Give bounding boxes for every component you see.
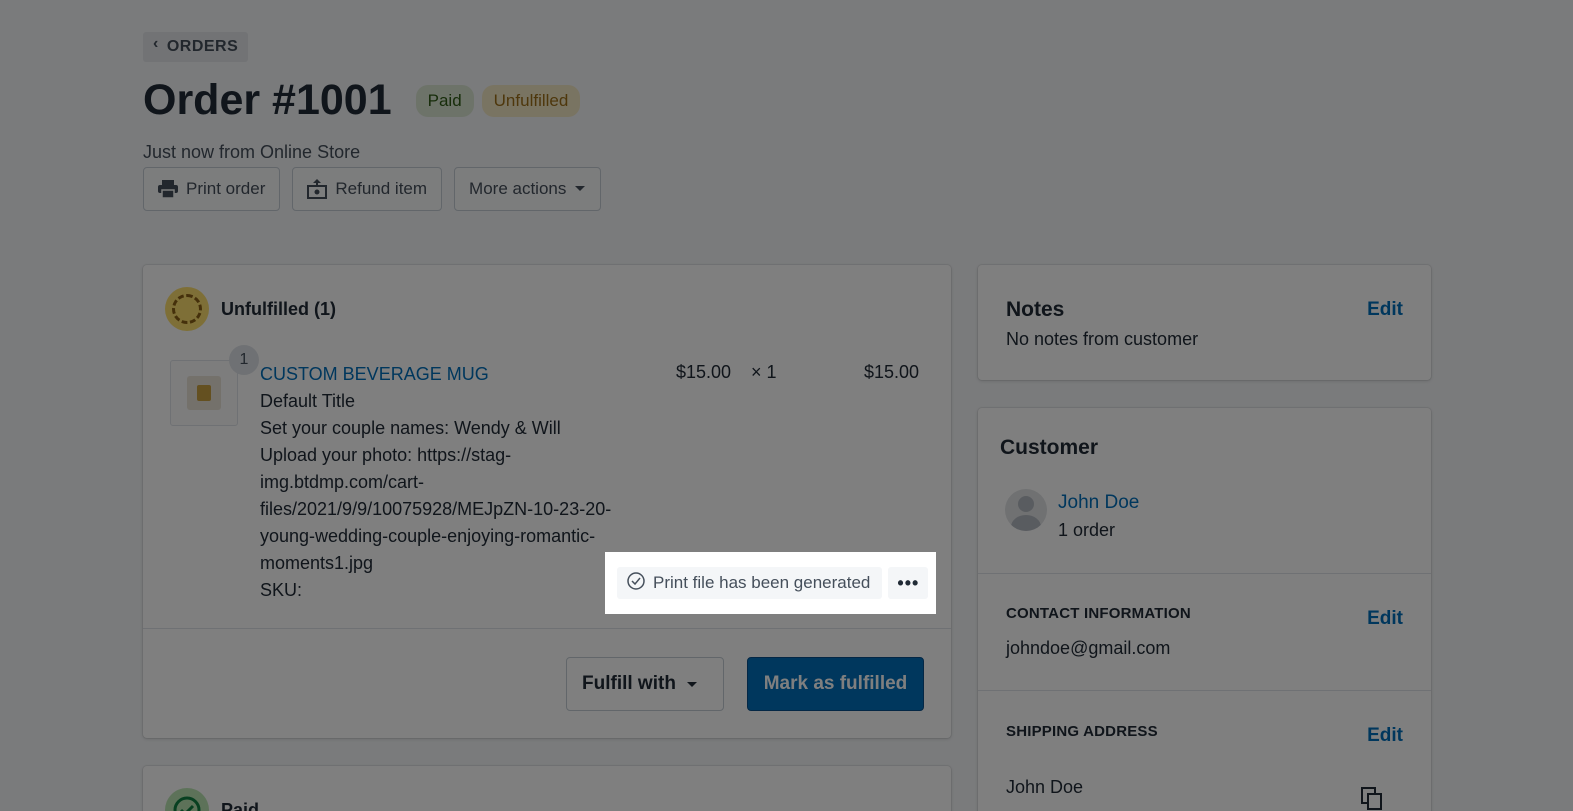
refund-icon	[307, 179, 328, 199]
paid-card: Paid	[143, 766, 951, 811]
customer-email: johndoe@gmail.com	[1006, 638, 1171, 658]
print-order-label: Print order	[186, 179, 266, 198]
couple-names-property: Set your couple names: Wendy & Will	[260, 418, 561, 438]
print-file-status: Print file has been generated	[617, 567, 883, 599]
fulfill-with-dropdown[interactable]: Fulfill with	[566, 657, 724, 711]
shipping-name: John Doe	[1006, 777, 1084, 797]
order-source: Just now from Online Store	[143, 142, 361, 162]
highlighted-print-status: Print file has been generated •••	[605, 552, 936, 614]
unit-price: $15.00	[676, 362, 732, 382]
card-divider	[143, 628, 951, 629]
customer-title: Customer	[1000, 436, 1099, 459]
customer-avatar	[1005, 489, 1047, 531]
page-title: Order #1001	[143, 76, 392, 124]
notes-title: Notes	[1006, 298, 1065, 321]
notes-body: No notes from customer	[1006, 329, 1199, 349]
unfulfilled-card: Unfulfilled (1) 1 CUSTOM BEVERAGE MUG De…	[143, 265, 951, 738]
photo-url-property: Upload your photo: https://stag-img.btdm…	[260, 445, 612, 573]
customer-order-count: 1 order	[1058, 520, 1116, 540]
contact-edit-link[interactable]: Edit	[1367, 608, 1403, 630]
contact-divider	[978, 690, 1431, 691]
quantity-multiplier: × 1	[751, 362, 777, 382]
mug-image	[187, 376, 221, 410]
paid-header: Paid	[165, 788, 259, 811]
paid-status-icon	[165, 788, 209, 811]
paid-title: Paid	[221, 799, 260, 811]
check-circle-icon	[627, 571, 645, 595]
sku-label: SKU:	[260, 580, 303, 600]
refund-item-button[interactable]: Refund item	[292, 167, 443, 211]
quantity-badge: 1	[229, 345, 259, 375]
chevron-left-icon: ‹	[153, 35, 159, 52]
line-total: $15.00	[864, 362, 920, 382]
notes-card: Notes Edit No notes from customer	[978, 265, 1431, 380]
shipping-heading: SHIPPING ADDRESS	[1006, 723, 1158, 740]
customer-card: Customer John Doe 1 order CONTACT INFORM…	[978, 408, 1431, 811]
customer-divider	[978, 573, 1431, 574]
refund-item-label: Refund item	[335, 179, 428, 198]
breadcrumb-orders[interactable]: ‹ ORDERS	[143, 32, 249, 62]
more-actions-button[interactable]: More actions	[454, 167, 602, 211]
shipping-edit-link[interactable]: Edit	[1367, 725, 1403, 747]
line-item-details: CUSTOM BEVERAGE MUG Default Title Set yo…	[260, 361, 620, 604]
notes-edit-link[interactable]: Edit	[1367, 299, 1403, 321]
mark-as-fulfilled-button[interactable]: Mark as fulfilled	[747, 657, 924, 711]
unfulfilled-header: Unfulfilled (1)	[165, 287, 336, 331]
paid-status-badge: Paid	[415, 84, 474, 117]
caret-down-icon	[686, 673, 698, 695]
print-file-status-label: Print file has been generated	[653, 573, 871, 592]
unfulfilled-title: Unfulfilled (1)	[221, 298, 336, 319]
product-thumbnail	[170, 360, 238, 426]
print-order-button[interactable]: Print order	[143, 167, 281, 211]
product-name-link[interactable]: CUSTOM BEVERAGE MUG	[260, 361, 620, 388]
copy-icon[interactable]	[1361, 787, 1383, 811]
fulfill-with-label: Fulfill with	[582, 673, 676, 694]
more-actions-label: More actions	[469, 179, 567, 198]
title-row: Order #1001 Paid Unfulfilled	[143, 76, 581, 125]
printer-icon	[158, 180, 178, 198]
variant-title: Default Title	[260, 391, 356, 411]
breadcrumb-label: ORDERS	[166, 38, 239, 55]
order-page: ‹ ORDERS Order #1001 Paid Unfulfilled Ju…	[0, 0, 1573, 811]
more-options-button[interactable]: •••	[888, 567, 929, 599]
order-actions: Print order Refund item More actions	[143, 167, 602, 211]
caret-down-icon	[574, 185, 586, 193]
fulfillment-status-badge: Unfulfilled	[481, 84, 581, 117]
customer-name-link[interactable]: John Doe	[1058, 492, 1139, 514]
contact-heading: CONTACT INFORMATION	[1006, 605, 1191, 622]
unfulfilled-status-icon	[165, 287, 209, 331]
